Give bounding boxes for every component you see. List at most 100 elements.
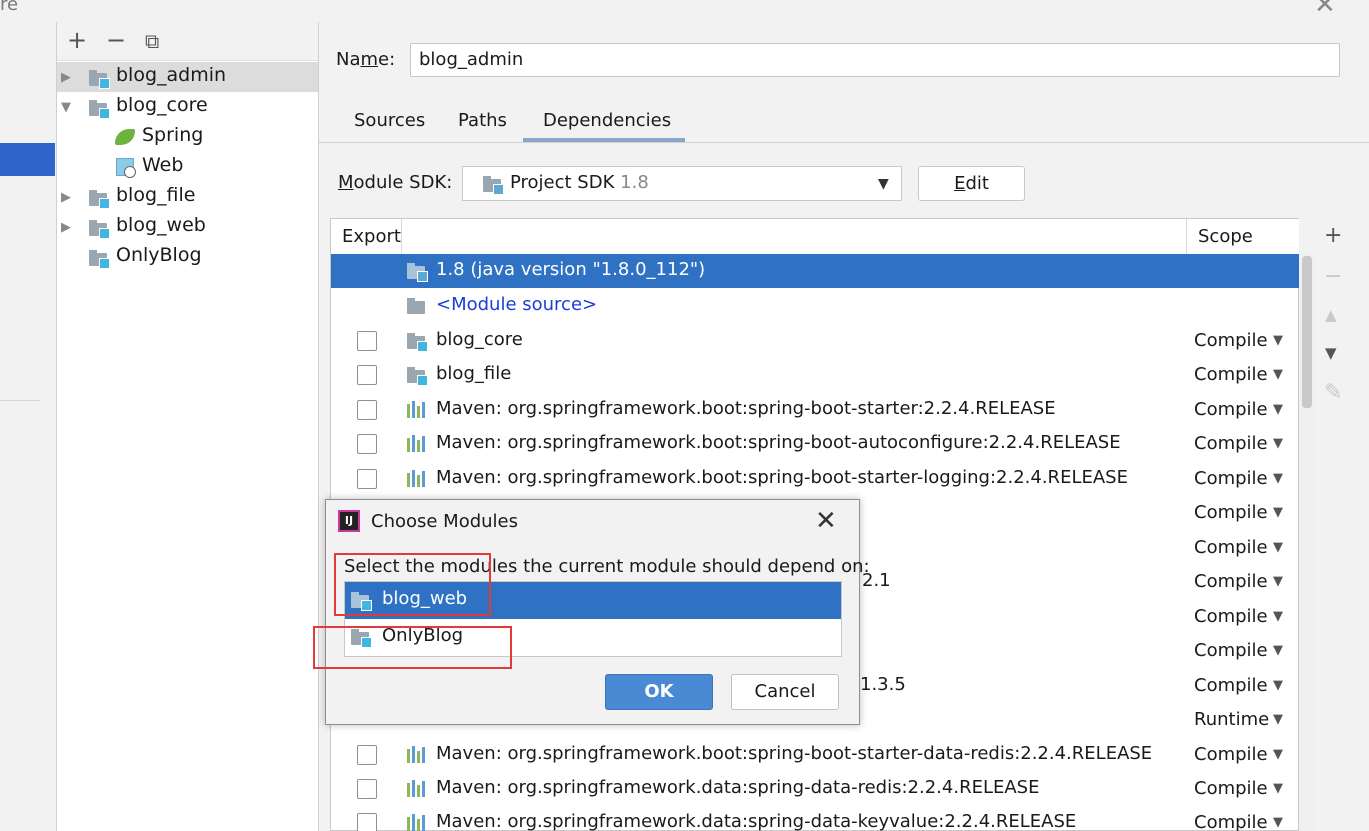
add-icon[interactable]: + [67, 26, 87, 54]
tree-item-onlyblog[interactable]: OnlyBlog [57, 242, 318, 272]
chevron-down-icon[interactable]: ▼ [1273, 436, 1283, 451]
move-up-icon[interactable]: ▲ [1325, 306, 1337, 324]
table-row[interactable]: Maven: org.springframework.boot:spring-b… [331, 393, 1299, 427]
edit-label: dit [965, 173, 989, 194]
remove-dependency-icon[interactable]: − [1324, 264, 1342, 289]
scope-select[interactable]: Compile [1194, 675, 1268, 696]
table-row[interactable]: blog_file Compile ▼ [331, 358, 1299, 392]
tree-item-web-facet[interactable]: Web [57, 152, 318, 182]
scope-select[interactable]: Compile [1194, 364, 1268, 385]
remove-icon[interactable]: − [106, 26, 126, 54]
column-header-scope[interactable]: Scope [1198, 226, 1253, 247]
chevron-down-icon[interactable]: ▼ [1273, 402, 1283, 417]
sdk-version-text: 1.8 [620, 172, 649, 193]
scope-select[interactable]: Compile [1194, 330, 1268, 351]
scope-select[interactable]: Compile [1194, 433, 1268, 454]
tab-sources[interactable]: Sources [354, 110, 425, 131]
chevron-down-icon[interactable]: ▼ [1273, 712, 1283, 727]
dependency-label: blog_file [436, 363, 512, 384]
scrollbar-thumb[interactable] [1302, 256, 1312, 408]
tree-item-label: blog_web [116, 214, 206, 236]
export-checkbox[interactable] [357, 745, 377, 765]
module-folder-icon [89, 190, 110, 209]
scope-select[interactable]: Compile [1194, 571, 1268, 592]
window-close-icon[interactable]: ✕ [1314, 0, 1336, 20]
tree-item-blog-file[interactable]: ▶ blog_file [57, 182, 318, 212]
table-row[interactable]: Maven: org.springframework.boot:spring-b… [331, 462, 1299, 496]
table-row[interactable]: <Module source> [331, 289, 1299, 323]
dialog-close-icon[interactable]: ✕ [815, 506, 837, 536]
scope-select[interactable]: Compile [1194, 812, 1268, 831]
tree-item-blog-web[interactable]: ▶ blog_web [57, 212, 318, 242]
expand-arrow-icon[interactable]: ▶ [61, 70, 71, 85]
tree-item-spring-facet[interactable]: Spring [57, 122, 318, 152]
edit-mnemonic: E [954, 173, 966, 194]
scope-select[interactable]: Compile [1194, 468, 1268, 489]
table-row[interactable]: Maven: org.springframework.data:spring-d… [331, 772, 1299, 806]
source-folder-icon [407, 298, 427, 314]
sdk-folder-icon [407, 263, 428, 282]
chevron-down-icon[interactable]: ▼ [1273, 781, 1283, 796]
scope-select[interactable]: Compile [1194, 606, 1268, 627]
dependency-label: Maven: org.springframework.data:spring-d… [436, 777, 1040, 798]
export-checkbox[interactable] [357, 469, 377, 489]
chevron-down-icon[interactable]: ▼ [1273, 367, 1283, 382]
export-checkbox[interactable] [357, 434, 377, 454]
maven-library-icon [407, 401, 429, 418]
tab-dependencies[interactable]: Dependencies [543, 110, 671, 131]
move-down-icon[interactable]: ▼ [1325, 344, 1337, 362]
table-row[interactable]: Maven: org.springframework.data:spring-d… [331, 806, 1299, 831]
table-row[interactable]: Maven: org.springframework.boot:spring-b… [331, 427, 1299, 461]
maven-library-icon [407, 470, 429, 487]
scope-select[interactable]: Compile [1194, 778, 1268, 799]
scope-select[interactable]: Compile [1194, 744, 1268, 765]
chevron-down-icon[interactable]: ▼ [1273, 609, 1283, 624]
table-row[interactable]: blog_core Compile ▼ [331, 324, 1299, 358]
column-separator[interactable] [401, 219, 402, 254]
module-sdk-label: Module SDK: [338, 172, 452, 193]
chevron-down-icon[interactable]: ▼ [1273, 678, 1283, 693]
expand-arrow-icon[interactable]: ▶ [61, 190, 71, 205]
scope-select[interactable]: Compile [1194, 502, 1268, 523]
export-checkbox[interactable] [357, 813, 377, 831]
scope-select[interactable]: Compile [1194, 640, 1268, 661]
tree-item-blog-core[interactable]: ▼ blog_core [57, 92, 318, 122]
sdk-value-text: Project SDK [510, 172, 615, 193]
chevron-down-icon[interactable]: ▼ [1273, 471, 1283, 486]
cancel-button[interactable]: Cancel [731, 674, 839, 710]
export-checkbox[interactable] [357, 779, 377, 799]
copy-icon[interactable]: ⧉ [145, 29, 159, 53]
chevron-down-icon[interactable]: ▼ [1273, 333, 1283, 348]
export-checkbox[interactable] [357, 365, 377, 385]
column-separator[interactable] [1186, 219, 1187, 254]
add-dependency-icon[interactable]: + [1324, 223, 1342, 248]
chevron-down-icon[interactable]: ▼ [1273, 643, 1283, 658]
chevron-down-icon[interactable]: ▼ [1273, 747, 1283, 762]
column-header-export[interactable]: Export [342, 226, 401, 247]
chevron-down-icon[interactable]: ▼ [1273, 815, 1283, 830]
scope-select[interactable]: Compile [1194, 537, 1268, 558]
chevron-down-icon[interactable]: ▼ [1273, 540, 1283, 555]
chevron-down-icon[interactable]: ▼ [1273, 505, 1283, 520]
tab-paths[interactable]: Paths [458, 110, 507, 131]
scope-select[interactable]: Runtime [1194, 709, 1269, 730]
chevron-down-icon[interactable]: ▼ [1273, 574, 1283, 589]
ok-button[interactable]: OK [605, 674, 713, 710]
table-row[interactable]: 1.8 (java version "1.8.0_112") [331, 254, 1299, 288]
export-checkbox[interactable] [357, 331, 377, 351]
name-label-text-end: e: [378, 49, 396, 70]
edit-sdk-button[interactable]: Edit [918, 166, 1025, 201]
chevron-down-icon[interactable]: ▼ [878, 176, 889, 192]
table-row[interactable]: Maven: org.springframework.boot:spring-b… [331, 738, 1299, 772]
globe-icon [124, 166, 136, 178]
edit-dependency-icon[interactable]: ✎ [1324, 380, 1342, 405]
tree-item-blog-admin[interactable]: ▶ blog_admin [57, 62, 318, 92]
name-label-mnemonic: m [360, 49, 379, 70]
collapse-arrow-icon[interactable]: ▼ [61, 100, 71, 115]
scope-select[interactable]: Compile [1194, 399, 1268, 420]
export-checkbox[interactable] [357, 400, 377, 420]
sidebar-selected-category[interactable] [0, 143, 55, 176]
expand-arrow-icon[interactable]: ▶ [61, 220, 71, 235]
module-name-input[interactable]: blog_admin [410, 43, 1340, 77]
spring-leaf-icon [115, 129, 135, 145]
